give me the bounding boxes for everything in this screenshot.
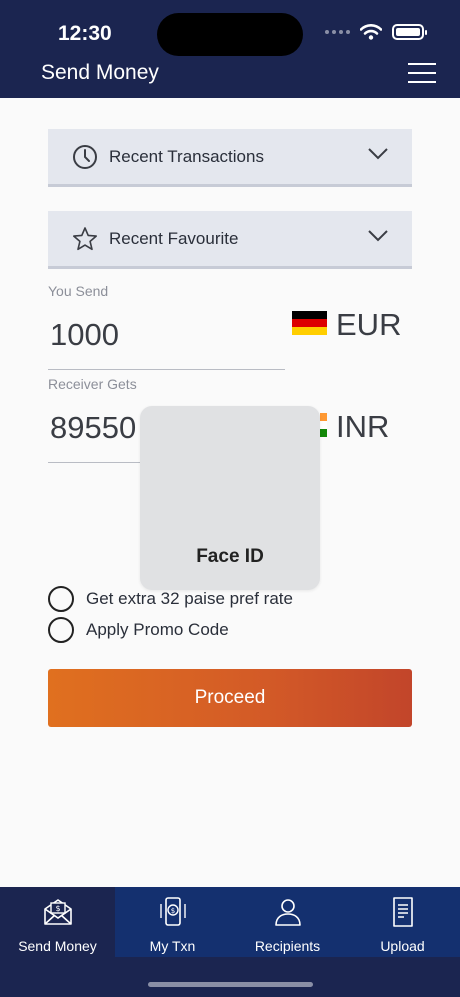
recent-favourite-dropdown[interactable]: Recent Favourite — [48, 211, 412, 269]
person-icon — [274, 899, 301, 926]
india-flag-icon — [320, 413, 327, 437]
tab-send-money[interactable]: $ Send Money — [0, 887, 115, 957]
hamburger-menu-icon[interactable] — [408, 63, 436, 83]
tab-my-txn[interactable]: $ My Txn — [115, 887, 230, 957]
you-send-label: You Send — [48, 283, 109, 299]
face-id-overlay: Face ID — [140, 406, 320, 590]
promo-code-label: Apply Promo Code — [86, 620, 229, 639]
page-title: Send Money — [41, 61, 159, 84]
proceed-button[interactable]: Proceed — [48, 669, 412, 727]
face-id-label: Face ID — [196, 546, 264, 567]
pref-rate-label: Get extra 32 paise pref rate — [86, 589, 293, 608]
recent-transactions-dropdown[interactable]: Recent Transactions — [48, 129, 412, 187]
wifi-icon — [360, 24, 382, 40]
receiver-gets-label: Receiver Gets — [48, 376, 137, 392]
svg-text:$: $ — [55, 904, 60, 913]
tab-label: Upload — [380, 938, 425, 954]
document-icon — [392, 897, 413, 927]
status-time: 12:30 — [58, 22, 112, 45]
tab-recipients[interactable]: Recipients — [230, 887, 345, 957]
chevron-down-icon — [368, 148, 388, 160]
app-header: 12:30 Send Money — [0, 0, 460, 98]
star-icon — [72, 226, 98, 252]
send-amount-underline — [48, 369, 285, 370]
clock-icon — [72, 144, 98, 170]
recent-transactions-label: Recent Transactions — [109, 146, 264, 166]
bottom-tab-bar: $ Send Money $ My Txn Recipients Upload — [0, 887, 460, 997]
send-amount-input[interactable]: 1000 — [50, 317, 119, 353]
receive-amount-field[interactable]: 89550 — [50, 410, 136, 446]
promo-code-radio[interactable] — [48, 617, 74, 643]
pref-rate-radio[interactable] — [48, 586, 74, 612]
status-icons — [325, 24, 427, 40]
recent-favourite-label: Recent Favourite — [109, 228, 239, 248]
tab-upload[interactable]: Upload — [345, 887, 460, 957]
tab-label: My Txn — [149, 938, 196, 954]
dynamic-island — [157, 13, 303, 56]
receive-currency-selector[interactable]: INR — [336, 409, 389, 445]
envelope-money-icon: $ — [43, 899, 72, 925]
phone-dollar-icon: $ — [159, 897, 186, 926]
pref-rate-option[interactable]: Get extra 32 paise pref rate — [48, 586, 293, 612]
germany-flag-icon — [292, 311, 327, 335]
tab-label: Recipients — [254, 938, 321, 954]
home-indicator — [148, 982, 313, 987]
chevron-down-icon — [368, 230, 388, 242]
send-currency-selector[interactable]: EUR — [336, 307, 401, 343]
battery-icon — [392, 24, 427, 40]
promo-code-option[interactable]: Apply Promo Code — [48, 617, 229, 643]
signal-icon — [325, 30, 350, 34]
tab-label: Send Money — [18, 938, 97, 954]
svg-text:$: $ — [170, 907, 174, 915]
